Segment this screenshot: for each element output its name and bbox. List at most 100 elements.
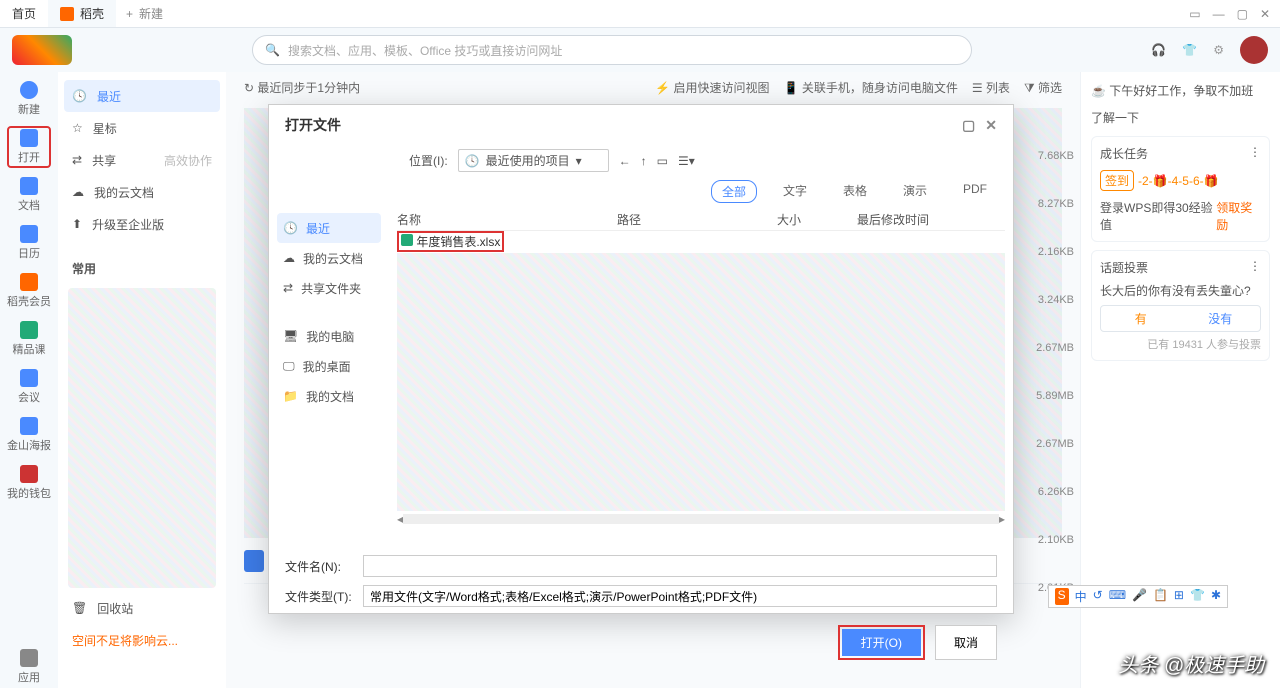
- location-dropdown[interactable]: 🕓 最近使用的项目 ▾: [458, 149, 609, 172]
- folder-icon: 📁: [283, 389, 298, 403]
- title-bar: 首页 稻壳 + 新建 ▭ — ▢ ✕: [0, 0, 1280, 28]
- docer-icon: [60, 7, 74, 21]
- filetype-select[interactable]: [363, 585, 997, 607]
- nav-new[interactable]: 新建: [7, 78, 51, 120]
- tab-home[interactable]: 首页: [0, 0, 48, 27]
- poll-card: 话题投票⋮ 长大后的你有没有丢失童心? 有 没有 已有 19431 人参与投票: [1091, 250, 1270, 361]
- minimize-icon[interactable]: —: [1213, 7, 1225, 21]
- nav-docer-vip[interactable]: 稻壳会员: [7, 270, 51, 312]
- tab-slide[interactable]: 演示: [893, 180, 937, 203]
- sn-mycloud[interactable]: ☁我的云文档: [58, 176, 226, 208]
- sync-status: ↻ 最近同步于1分钟内: [244, 79, 360, 96]
- col-size[interactable]: 大小: [777, 211, 857, 228]
- dialog-file-list: 名称 路径 大小 最后修改时间 年度销售表.xlsx ◂ ▸: [389, 209, 1013, 549]
- file-entry-highlighted: 年度销售表.xlsx: [397, 231, 504, 252]
- shirt-icon[interactable]: 👕: [1182, 43, 1197, 57]
- word-icon: [244, 550, 264, 572]
- search-icon: 🔍: [265, 43, 280, 57]
- tab-sheet[interactable]: 表格: [833, 180, 877, 203]
- col-mtime[interactable]: 最后修改时间: [857, 211, 957, 228]
- nav-apps[interactable]: 应用: [7, 646, 51, 688]
- sn-share[interactable]: ⇄共享高效协作: [58, 144, 226, 176]
- second-nav: 🕓最近 ☆星标 ⇄共享高效协作 ☁我的云文档 ⬆升级至企业版 常用 🗑回收站 空…: [58, 72, 226, 688]
- up-icon[interactable]: ↑: [641, 154, 647, 168]
- sn-recycle[interactable]: 🗑回收站: [58, 592, 226, 624]
- calendar-icon: [20, 225, 38, 243]
- ds-shared[interactable]: ⇄共享文件夹: [277, 273, 381, 303]
- wallet-icon: [20, 465, 38, 483]
- plus-circle-icon: [20, 81, 38, 99]
- quick-access-toggle[interactable]: ⚡ 启用快速访问视图: [655, 79, 769, 96]
- cancel-button[interactable]: 取消: [935, 625, 997, 660]
- tab-new[interactable]: + 新建: [116, 0, 173, 27]
- scroll-right-icon[interactable]: ▸: [999, 512, 1005, 526]
- greeting: ☕ 下午好好工作，争取不加班: [1091, 82, 1270, 99]
- open-button[interactable]: 打开(O): [842, 629, 921, 656]
- app-logo: [12, 35, 72, 65]
- filter-button[interactable]: ⧩ 筛选: [1024, 79, 1062, 96]
- ds-recent[interactable]: 🕓最近: [277, 213, 381, 243]
- nav-poster[interactable]: 金山海报: [7, 414, 51, 456]
- plus-icon: +: [126, 7, 133, 21]
- file-list-blurred: [397, 253, 1005, 511]
- sn-recent[interactable]: 🕓最近: [64, 80, 220, 112]
- filename-input[interactable]: [363, 555, 997, 577]
- nav-course[interactable]: 精品课: [7, 318, 51, 360]
- sn-upgrade[interactable]: ⬆升级至企业版: [58, 208, 226, 240]
- tab-all[interactable]: 全部: [711, 180, 757, 203]
- vote-yes[interactable]: 有: [1101, 306, 1181, 331]
- phone-icon[interactable]: ▭: [1189, 7, 1200, 21]
- nav-wallet[interactable]: 我的钱包: [7, 462, 51, 504]
- nav-calendar[interactable]: 日历: [7, 222, 51, 264]
- cloud-icon: ☁: [72, 185, 84, 199]
- ime-toolbar[interactable]: S 中↺⌨🎤📋⊞👕✱: [1048, 585, 1228, 608]
- gear-icon[interactable]: ⚙: [1213, 43, 1224, 57]
- search-bar[interactable]: 🔍 搜索文档、应用、模板、Office 技巧或直接访问网址: [252, 35, 972, 65]
- course-icon: [20, 321, 38, 339]
- view-icon[interactable]: ☰▾: [678, 154, 695, 168]
- dialog-maximize-icon[interactable]: ▢: [962, 117, 975, 134]
- cloud-icon: ☁: [283, 251, 295, 265]
- newfolder-icon[interactable]: ▭: [657, 154, 668, 168]
- ds-mydocs[interactable]: 📁我的文档: [277, 381, 381, 411]
- sn-star[interactable]: ☆星标: [58, 112, 226, 144]
- meeting-icon: [20, 369, 38, 387]
- ds-cloud[interactable]: ☁我的云文档: [277, 243, 381, 273]
- tab-docer[interactable]: 稻壳: [48, 0, 116, 27]
- nav-meeting[interactable]: 会议: [7, 366, 51, 408]
- ds-computer[interactable]: 🖥我的电脑: [277, 321, 381, 351]
- nav-docs[interactable]: 文档: [7, 174, 51, 216]
- ds-desktop[interactable]: 🖵我的桌面: [277, 351, 381, 381]
- headset-icon[interactable]: 🎧: [1151, 43, 1166, 57]
- back-icon[interactable]: ←: [619, 154, 631, 168]
- search-placeholder: 搜索文档、应用、模板、Office 技巧或直接访问网址: [288, 42, 562, 59]
- file-name: 年度销售表.xlsx: [416, 235, 500, 249]
- avatar[interactable]: [1240, 36, 1268, 64]
- file-row-0[interactable]: 年度销售表.xlsx: [397, 231, 1005, 251]
- sn-space-warn[interactable]: 空间不足将影响云...: [58, 624, 226, 656]
- top-bar: 🔍 搜索文档、应用、模板、Office 技巧或直接访问网址 🎧 👕 ⚙: [0, 28, 1280, 72]
- col-name[interactable]: 名称: [397, 211, 617, 228]
- more-icon[interactable]: ⋮: [1249, 145, 1261, 162]
- col-path[interactable]: 路径: [617, 211, 777, 228]
- content-toolbar: ↻ 最近同步于1分钟内 ⚡ 启用快速访问视图 📱 关联手机，随身访问电脑文件 ☰…: [226, 72, 1080, 102]
- claim-reward[interactable]: 领取奖励: [1216, 199, 1261, 233]
- h-scrollbar[interactable]: [403, 514, 999, 524]
- vip-icon: [20, 273, 38, 291]
- dialog-close-icon[interactable]: ✕: [985, 117, 997, 134]
- signin-badge[interactable]: 签到: [1100, 170, 1134, 191]
- vote-no[interactable]: 没有: [1181, 306, 1261, 331]
- tab-text[interactable]: 文字: [773, 180, 817, 203]
- open-file-dialog: 打开文件 ▢ ✕ 位置(I): 🕓 最近使用的项目 ▾ ← ↑ ▭ ☰▾ 全部 …: [268, 104, 1014, 614]
- dialog-sidebar: 🕓最近 ☁我的云文档 ⇄共享文件夹 🖥我的电脑 🖵我的桌面 📁我的文档: [269, 209, 389, 549]
- maximize-icon[interactable]: ▢: [1237, 7, 1248, 21]
- tab-pdf[interactable]: PDF: [953, 180, 997, 203]
- window-controls: ▭ — ▢ ✕: [1189, 7, 1280, 21]
- nav-open[interactable]: 打开: [7, 126, 51, 168]
- poster-icon: [20, 417, 38, 435]
- close-icon[interactable]: ✕: [1260, 7, 1270, 21]
- more-icon[interactable]: ⋮: [1249, 259, 1261, 276]
- learn-link[interactable]: 了解一下: [1091, 109, 1270, 126]
- view-list[interactable]: ☰ 列表: [972, 79, 1010, 96]
- link-phone[interactable]: 📱 关联手机，随身访问电脑文件: [784, 79, 958, 96]
